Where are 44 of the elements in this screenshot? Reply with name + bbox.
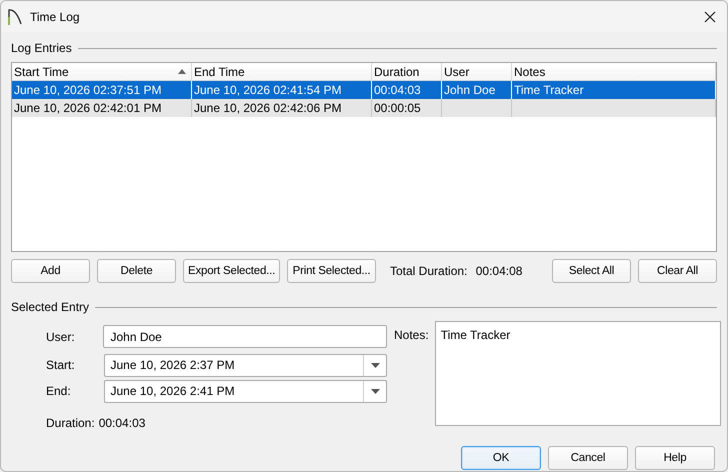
dialog-button[interactable]: Help (635, 446, 715, 470)
field-label: User: (46, 330, 76, 344)
window-title: Time Log (30, 10, 80, 24)
column-title: Notes (514, 64, 546, 78)
column-header[interactable]: Duration (372, 63, 442, 81)
action-button[interactable]: Add (11, 259, 90, 283)
dialog-button[interactable]: OK (461, 446, 541, 470)
column-title: Duration (374, 64, 420, 78)
selection-button[interactable]: Select All (552, 259, 631, 283)
action-button[interactable]: Export Selected... (183, 259, 280, 283)
table-cell: 00:00:05 (372, 99, 442, 117)
dropdown-arrow-icon[interactable] (370, 388, 380, 394)
table-row[interactable]: June 10, 2026 02:42:01 PM June 10, 2026 02:42:06 PM 00:00:05 (12, 99, 716, 117)
column-header[interactable]: User (442, 63, 512, 81)
column-header[interactable]: Notes (512, 63, 716, 81)
table-cell: June 10, 2026 02:42:01 PM (12, 99, 192, 117)
group-label: Log Entries (11, 41, 72, 55)
action-button[interactable]: Delete (97, 259, 176, 283)
dropdown-arrow-icon[interactable] (370, 362, 380, 368)
column-header[interactable]: Start Time (12, 63, 192, 81)
end-time-dropdown[interactable]: June 10, 2026 2:41 PM (104, 380, 387, 402)
table-row[interactable]: June 10, 2026 02:37:51 PM June 10, 2026 02:41:54 PM 00:04:03 John Doe Time Tracker (12, 81, 716, 99)
sort-arrow-icon (178, 69, 186, 74)
column-title: End Time (194, 64, 245, 78)
field-label: End: (46, 384, 72, 398)
close-icon[interactable] (704, 10, 716, 22)
duration-label: Duration: (46, 416, 95, 430)
notes-field[interactable]: Time Tracker (434, 321, 721, 426)
column-title: User (444, 64, 470, 78)
app-logo-icon (8, 8, 22, 26)
start-time-dropdown[interactable]: June 10, 2026 2:37 PM (104, 354, 387, 376)
field-label: Start: (46, 358, 76, 372)
user-field[interactable]: John Doe (103, 325, 387, 348)
column-header[interactable]: End Time (192, 63, 372, 81)
selection-button[interactable]: Clear All (638, 259, 717, 283)
total-duration-value: 00:04:08 (476, 264, 522, 278)
dialog-button[interactable]: Cancel (548, 446, 628, 470)
total-duration-label: Total Duration: (390, 264, 468, 278)
group-label: Selected Entry (11, 300, 90, 314)
column-title: Start Time (14, 64, 69, 78)
action-button[interactable]: Print Selected... (287, 259, 376, 283)
duration-value: 00:04:03 (98, 416, 146, 430)
notes-label: Notes: (394, 327, 429, 344)
table-cell: June 10, 2026 02:42:06 PM (192, 99, 372, 117)
